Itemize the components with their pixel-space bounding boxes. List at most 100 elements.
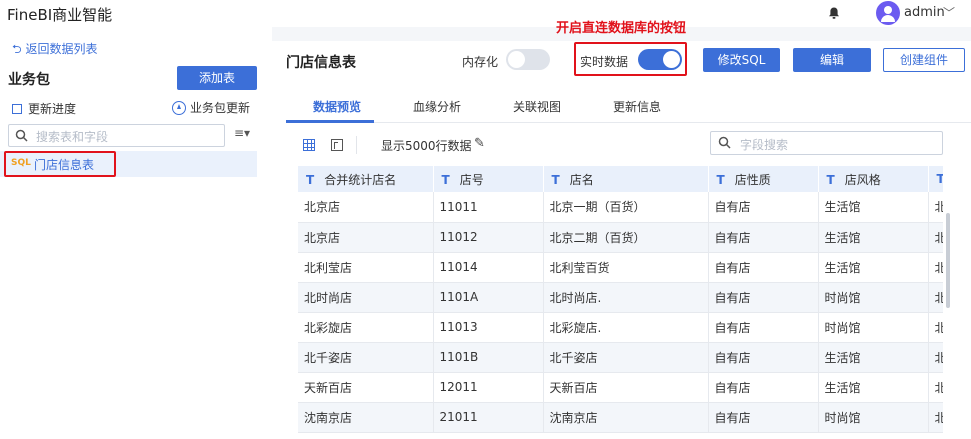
table-cell: 11013 [433,312,544,343]
text-type-icon: T [716,172,725,187]
table-view-icon[interactable] [303,139,315,151]
text-type-icon: T [551,172,560,187]
edit-button[interactable]: 编辑 [793,48,871,72]
table-cell: 北时尚店 [298,282,434,313]
divider [356,136,357,154]
tab-relation-view[interactable]: 关联视图 [513,98,561,115]
add-table-button[interactable]: 添加表 [177,66,257,90]
upload-icon [172,101,186,115]
tab-preview[interactable]: 数据预览 [313,98,361,115]
field-search-placeholder: 字段搜索 [740,138,789,152]
table-cell: 北利莹百货 [543,252,709,283]
table-cell: 北 [928,312,943,343]
table-panel: 门店信息表 内存化 实时数据 修改SQL 编辑 创建组件 数据预览 血缘分析 关… [272,41,971,439]
table-cell: 北 [928,282,943,313]
text-type-icon: T [937,172,944,186]
bell-icon[interactable] [827,6,841,20]
package-update-button[interactable]: 业务包更新 [172,99,250,116]
back-to-list-link[interactable]: ⮌ 返回数据列表 [12,40,97,61]
search-icon [718,136,731,149]
tab-bar: 数据预览 血缘分析 关联视图 更新信息 [286,89,971,123]
table-cell: 21011 [433,402,544,433]
table-row: 北时尚店1101A北时尚店.自有店时尚馆北 [298,282,943,313]
table-cell: 北 [928,222,943,253]
table-cell: 自有店 [708,342,819,373]
row-count-label: 显示5000行数据 [381,139,472,153]
table-cell: 北彩旋店. [543,312,709,343]
table-search-input[interactable]: 搜索表和字段 [8,124,225,147]
table-cell: 沈南京店 [298,402,434,433]
table-cell: 1101B [433,342,544,373]
table-cell: 生活馆 [818,372,929,403]
realtime-toggle[interactable] [638,49,682,70]
chevron-down-icon[interactable]: ﹀ [943,4,955,21]
create-component-button[interactable]: 创建组件 [883,48,965,72]
preview-table: T合并统计店名 T店号 T店名 T店性质 T店风格 T 北京店11011北京一期… [298,166,943,433]
table-row: 北千姿店1101B北千姿店自有店生活馆北 [298,342,943,373]
text-type-icon: T [441,172,450,187]
table-cell: 时尚馆 [818,402,929,433]
column-header[interactable]: T 店风格 [818,166,929,192]
search-icon [15,129,28,142]
table-row: 北彩旋店11013北彩旋店.自有店时尚馆北 [298,312,943,343]
column-header[interactable]: T 店性质 [708,166,819,192]
table-cell: 11011 [433,192,544,223]
table-cell: 自有店 [708,192,819,223]
checkbox-icon[interactable] [12,104,22,114]
user-name[interactable]: admin [904,5,945,20]
sidebar: ⮌ 返回数据列表 业务包 添加表 更新进度 业务包更新 搜索表和字段 ≡▾ SQ… [0,27,270,439]
table-cell: 11014 [433,252,544,283]
table-cell: 北利莹店 [298,252,434,283]
sidebar-item-store-info[interactable]: SQL 门店信息表 [0,151,257,177]
tab-update-info[interactable]: 更新信息 [613,98,661,115]
edit-sql-button[interactable]: 修改SQL [703,48,780,72]
field-search-input[interactable]: 字段搜索 [710,131,943,155]
table-cell: 北京店 [298,192,434,223]
avatar[interactable] [876,1,900,25]
table-row: 北京店11011北京一期（百货）自有店生活馆北 [298,192,943,223]
sort-icon[interactable]: ≡▾ [234,126,250,140]
table-cell: 生活馆 [818,342,929,373]
update-progress-toggle[interactable]: 更新进度 [12,100,76,117]
search-placeholder: 搜索表和字段 [36,130,109,144]
column-header[interactable]: T [928,166,943,192]
table-cell: 北彩旋店 [298,312,434,343]
annotation-label: 开启直连数据库的按钮 [556,21,687,36]
table-cell: 自有店 [708,222,819,253]
table-cell: 北 [928,252,943,283]
column-header[interactable]: T 店号 [433,166,544,192]
table-cell: 自有店 [708,402,819,433]
preview-toolbar: 显示5000行数据 ✎ 字段搜索 [286,131,956,159]
sidebar-item-label: 门店信息表 [34,158,95,172]
table-cell: 北京店 [298,222,434,253]
column-header[interactable]: T 店名 [543,166,709,192]
table-cell: 自有店 [708,312,819,343]
detail-view-icon[interactable] [331,139,343,151]
table-cell: 1101A [433,282,544,313]
table-row: 天新百店12011天新百店自有店生活馆北 [298,372,943,403]
table-cell: 北 [928,342,943,373]
table-header-row: T合并统计店名 T店号 T店名 T店性质 T店风格 T [298,166,943,192]
vertical-scrollbar[interactable] [946,213,950,308]
table-cell: 自有店 [708,372,819,403]
active-tab-indicator [286,120,374,123]
pencil-icon[interactable]: ✎ [474,136,485,151]
data-grid: T合并统计店名 T店号 T店名 T店性质 T店风格 T 北京店11011北京一期… [298,166,943,439]
top-bar: FineBI商业智能 admin ﹀ [0,0,971,27]
table-cell: 自有店 [708,282,819,313]
table-cell: 时尚馆 [818,312,929,343]
app-title: FineBI商业智能 [7,6,113,24]
table-row: 北京店11012北京二期（百货）自有店生活馆北 [298,222,943,253]
table-cell: 11012 [433,222,544,253]
tab-lineage[interactable]: 血缘分析 [413,98,461,115]
column-header[interactable]: T 合并统计店名 [298,166,434,192]
table-cell: 北 [928,372,943,403]
table-row: 北利莹店11014北利莹百货自有店生活馆北 [298,252,943,283]
memory-toggle[interactable] [506,49,550,70]
table-cell: 天新百店 [543,372,709,403]
table-cell: 生活馆 [818,192,929,223]
table-cell: 北千姿店 [298,342,434,373]
table-cell: 12011 [433,372,544,403]
package-title: 业务包 [8,72,50,88]
table-cell: 自有店 [708,252,819,283]
